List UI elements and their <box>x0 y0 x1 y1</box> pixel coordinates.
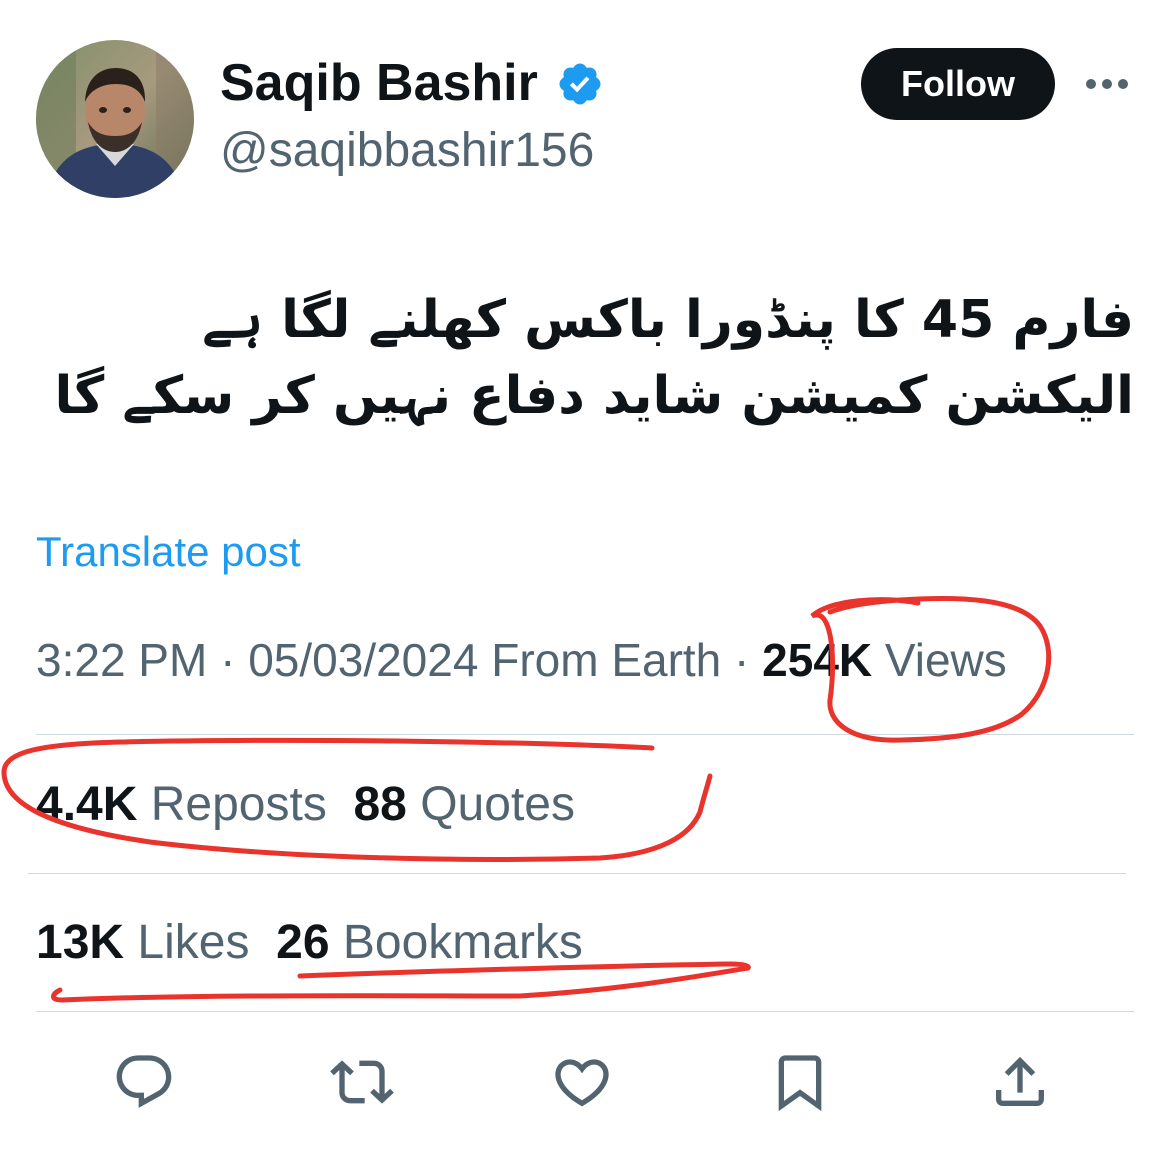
repost-icon <box>330 1060 394 1104</box>
reposts-label: Reposts <box>137 778 327 831</box>
reposts-link[interactable]: 4.4K Reposts <box>36 778 327 831</box>
author-display-name[interactable]: Saqib Bashir <box>220 52 538 114</box>
views-count: 254K <box>762 634 873 686</box>
likes-label: Likes <box>124 916 250 969</box>
quotes-count: 88 <box>353 778 407 831</box>
post-source: From Earth <box>478 634 722 686</box>
quotes-label: Quotes <box>406 778 575 831</box>
quotes-link[interactable]: 88 Quotes <box>353 778 574 831</box>
repost-stats: 4.4K Reposts 88 Quotes <box>36 774 575 836</box>
divider <box>36 1011 1134 1012</box>
bookmarks-link[interactable]: 26 Bookmarks <box>276 916 583 969</box>
likes-link[interactable]: 13K Likes <box>36 916 249 969</box>
author-handle[interactable]: @saqibbashir156 <box>220 122 594 180</box>
views-label: Views <box>872 634 1007 686</box>
translate-post-link[interactable]: Translate post <box>36 524 301 580</box>
meta-separator: · <box>721 634 763 686</box>
profile-photo <box>36 40 194 198</box>
avatar[interactable] <box>36 40 194 198</box>
post-date[interactable]: 05/03/2024 <box>248 634 478 686</box>
bookmarks-label: Bookmarks <box>329 916 583 969</box>
bookmark-button[interactable] <box>768 1050 832 1114</box>
post-text: فارم 45 کا پنڈورا باکس کھلنے لگا ہے الیک… <box>54 290 1134 426</box>
bookmarks-count: 26 <box>276 916 330 969</box>
follow-button[interactable]: Follow <box>861 48 1055 120</box>
like-stats: 13K Likes 26 Bookmarks <box>36 912 583 974</box>
heart-icon <box>555 1059 609 1107</box>
more-horizontal-icon[interactable] <box>1082 66 1132 102</box>
reply-button[interactable] <box>112 1050 176 1114</box>
share-icon <box>996 1056 1044 1106</box>
share-button[interactable] <box>988 1050 1052 1114</box>
meta-separator: · <box>207 634 249 686</box>
reposts-count: 4.4K <box>36 778 138 831</box>
post-time[interactable]: 3:22 PM <box>36 634 207 686</box>
divider <box>36 734 1134 735</box>
repost-button[interactable] <box>330 1050 394 1114</box>
post-meta: 3:22 PM · 05/03/2024 From Earth · 254K V… <box>36 630 1007 690</box>
likes-count: 13K <box>36 916 125 969</box>
like-button[interactable] <box>550 1050 614 1114</box>
verified-badge-icon <box>556 60 604 108</box>
reply-icon <box>116 1055 172 1108</box>
divider <box>28 873 1126 874</box>
bookmark-icon <box>778 1055 822 1112</box>
